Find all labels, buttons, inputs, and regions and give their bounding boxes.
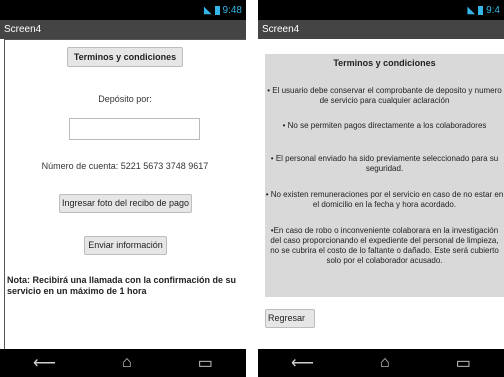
terms-item: • El usuario debe conservar el comproban… <box>267 86 502 105</box>
wifi-icon: ◣ <box>467 4 476 16</box>
left-screen: ◣ 9:48 Screen4 Terminos y condiciones De… <box>0 0 246 377</box>
terms-content: Terminos y condiciones • El usuario debe… <box>258 39 504 349</box>
wifi-icon: ◣ <box>203 4 212 16</box>
status-bar: ◣ 9:48 <box>0 0 246 20</box>
recent-apps-icon[interactable]: ▭ <box>198 353 213 373</box>
status-time: 9:48 <box>222 4 242 16</box>
upload-receipt-button[interactable]: Ingresar foto del recibo de pago <box>59 194 192 213</box>
back-nav-icon[interactable]: ⟵ <box>291 353 314 373</box>
terms-item: • El personal enviado ha sido previament… <box>270 154 499 173</box>
right-screen: ◣ 9:4 Screen4 Terminos y condiciones • E… <box>258 0 504 377</box>
account-number: Número de cuenta: 5221 5673 3748 9617 <box>41 161 209 171</box>
back-button[interactable]: Regresar <box>265 309 315 328</box>
nav-bar: ⟵ ⌂ ▭ <box>258 349 504 377</box>
screen-title: Screen4 <box>258 20 504 39</box>
deposit-input[interactable] <box>69 118 200 140</box>
battery-icon <box>478 5 484 15</box>
confirmation-note: Nota: Recibirá una llamada con la confir… <box>7 275 237 296</box>
home-nav-icon[interactable]: ⌂ <box>380 354 390 372</box>
nav-bar: ⟵ ⌂ ▭ <box>0 349 246 377</box>
home-nav-icon[interactable]: ⌂ <box>122 354 132 372</box>
terms-panel: Terminos y condiciones • El usuario debe… <box>265 54 504 297</box>
terms-item: • No existen remuneraciones por el servi… <box>265 190 504 209</box>
deposit-label: Depósito por: <box>98 94 152 104</box>
status-bar: ◣ 9:4 <box>258 0 504 20</box>
terms-heading: Terminos y condiciones <box>333 58 436 68</box>
screen-title: Screen4 <box>0 20 246 39</box>
status-time: 9:4 <box>486 4 500 16</box>
main-content: Terminos y condiciones Depósito por: Núm… <box>0 39 246 349</box>
send-info-button[interactable]: Enviar información <box>84 236 167 255</box>
recent-apps-icon[interactable]: ▭ <box>456 353 471 373</box>
back-nav-icon[interactable]: ⟵ <box>33 353 56 373</box>
terms-button[interactable]: Terminos y condiciones <box>67 47 183 67</box>
terms-item: • No se permiten pagos directamente a lo… <box>282 121 487 130</box>
terms-item: •En caso de robo o inconveniente colabor… <box>270 226 499 265</box>
battery-icon <box>214 5 220 15</box>
